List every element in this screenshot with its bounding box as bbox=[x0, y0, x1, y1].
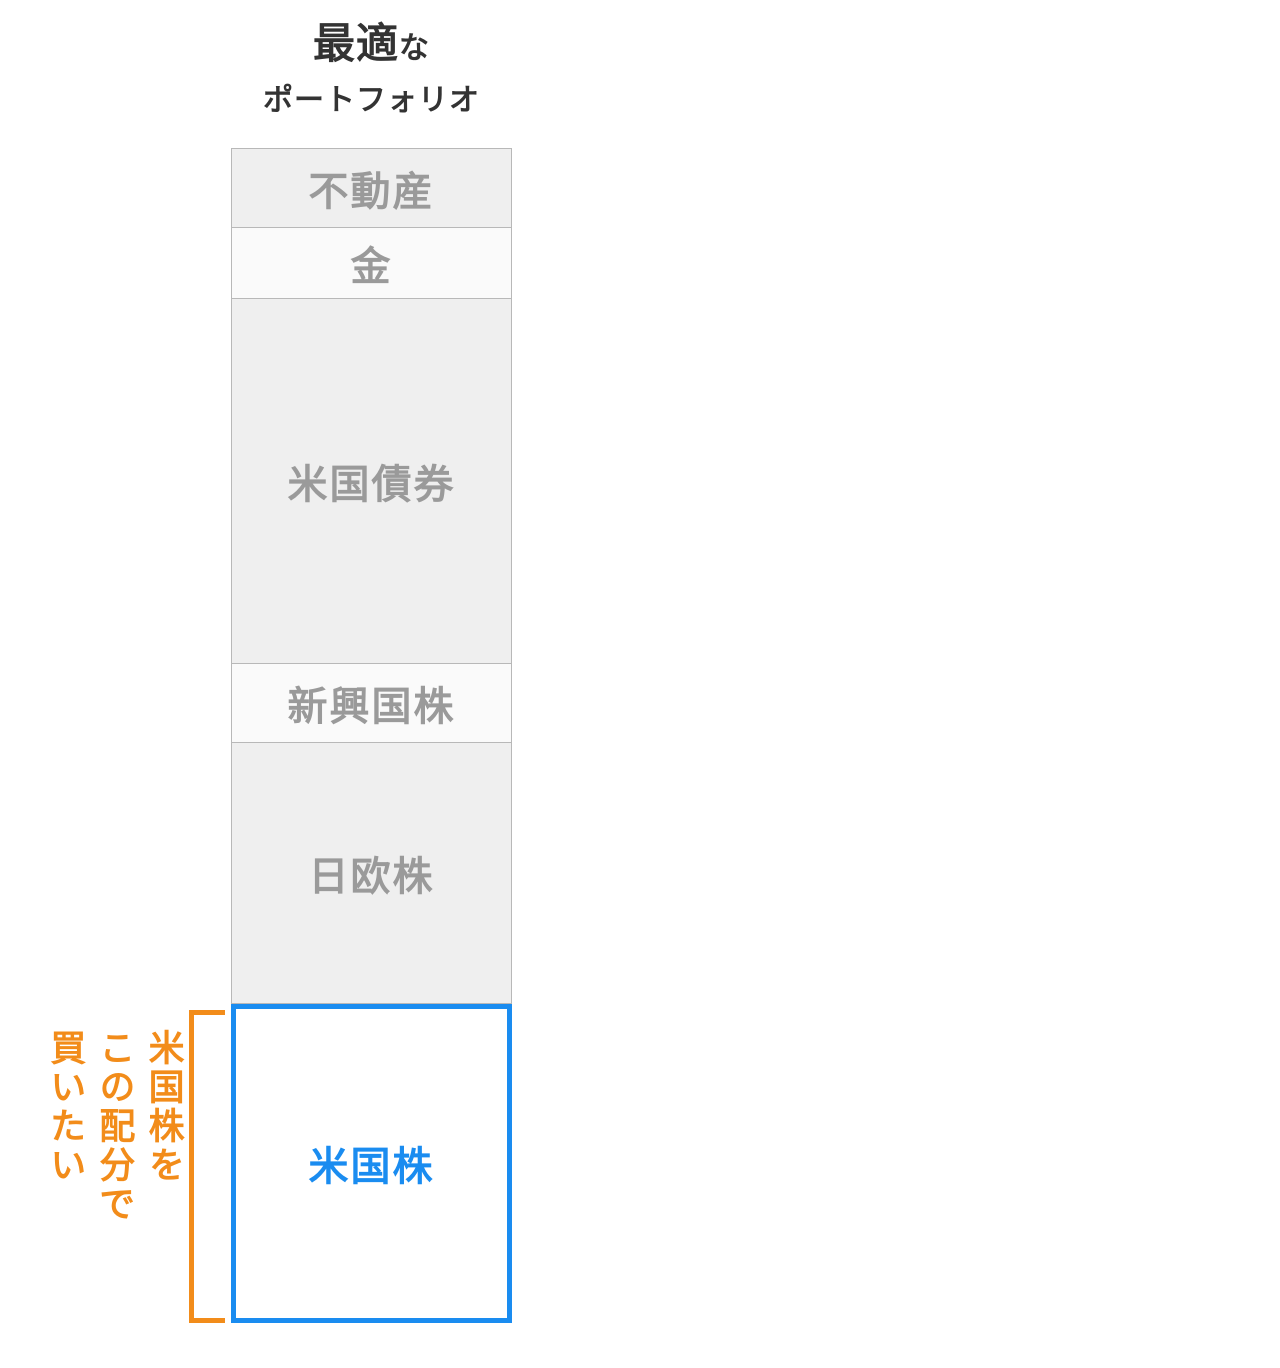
bracket-annotation: 買いたい この配分で 米国株を bbox=[44, 1029, 186, 1224]
highlight-bracket bbox=[189, 1010, 225, 1323]
chart-title: 最適な ポートフォリオ bbox=[231, 18, 512, 119]
annot-col-3: 買いたい bbox=[44, 1029, 87, 1224]
seg-gold: 金 bbox=[231, 228, 512, 300]
title-word-big: 最適 bbox=[313, 20, 399, 67]
annot-col-1: 米国株を bbox=[142, 1029, 185, 1224]
chart-title-line2: ポートフォリオ bbox=[231, 75, 512, 119]
chart-title-line1: 最適な bbox=[231, 18, 512, 71]
seg-emstock: 新興国株 bbox=[231, 664, 512, 743]
seg-realestate: 不動産 bbox=[231, 148, 512, 228]
annot-col-2: この配分で bbox=[93, 1029, 136, 1224]
portfolio-stacked-bar: 不動産 金 米国債券 新興国株 日欧株 米国株 bbox=[231, 148, 512, 1323]
seg-jeustock: 日欧株 bbox=[231, 743, 512, 1004]
title-word-small: な bbox=[399, 32, 430, 65]
seg-usbond: 米国債券 bbox=[231, 299, 512, 664]
chart-canvas: 最適な ポートフォリオ 不動産 金 米国債券 新興国株 日欧株 米国株 買いたい… bbox=[0, 0, 1280, 1368]
seg-usstock: 米国株 bbox=[231, 1004, 512, 1323]
